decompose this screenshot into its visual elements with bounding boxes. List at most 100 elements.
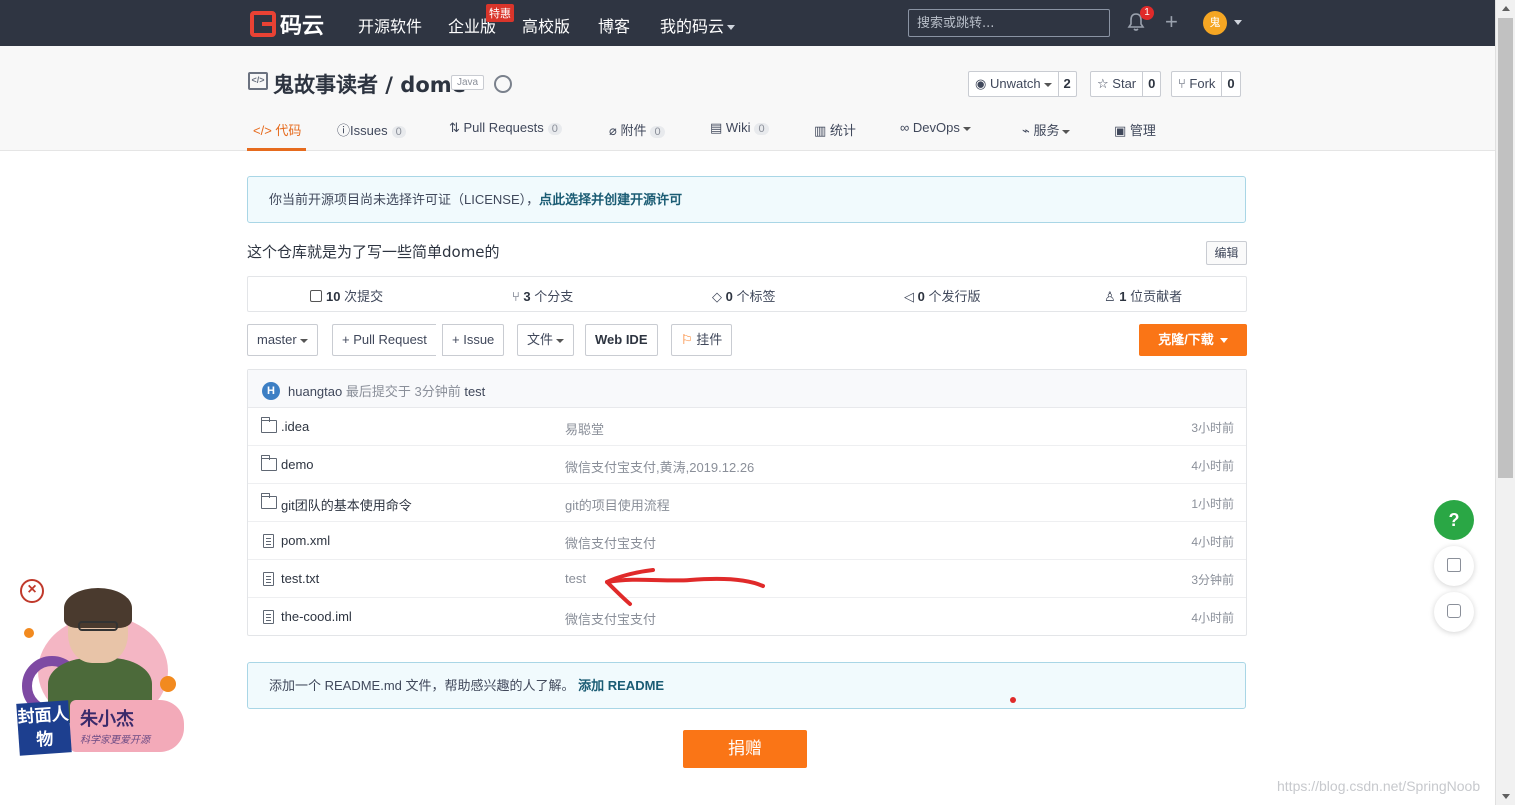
chevron-down-icon — [1219, 338, 1228, 344]
file-commit-message[interactable]: test — [565, 571, 586, 586]
language-tag[interactable]: Java — [451, 75, 485, 90]
new-issue-button[interactable]: + Issue — [442, 324, 505, 356]
gitee-logo[interactable]: 码云 — [250, 8, 324, 40]
donate-button[interactable]: 捐赠 — [683, 730, 807, 768]
file-name[interactable]: demo — [281, 457, 314, 472]
ad-person-name: 朱小杰 — [80, 709, 134, 730]
book-icon: ▤ — [710, 120, 726, 135]
stat-commits[interactable]: 10 次提交 — [310, 286, 383, 305]
nav-open-source[interactable]: 开源软件 — [358, 13, 422, 37]
widget-label: 挂件 — [696, 332, 723, 347]
tab-label: 管理 — [1129, 123, 1156, 138]
stat-branches[interactable]: ⑂ 3 个分支 — [512, 286, 573, 305]
file-updated-time: 1小时前 — [1191, 497, 1234, 511]
help-button[interactable]: ? — [1434, 500, 1474, 540]
chat-button[interactable] — [1434, 592, 1474, 632]
stat-contributors[interactable]: ♙ 1 位贡献者 — [1104, 286, 1182, 305]
fork-button[interactable]: ⑂ Fork 0 — [1171, 71, 1241, 97]
scroll-up-arrow-icon[interactable] — [1502, 6, 1510, 11]
avatar[interactable]: H — [262, 382, 280, 400]
tab-pull-requests[interactable]: ⇅ Pull Requests 0 — [449, 112, 562, 151]
stat-count: 0 — [725, 289, 733, 304]
tab-wiki[interactable]: ▤ Wiki 0 — [710, 112, 769, 151]
nav-blog[interactable]: 博客 — [598, 13, 630, 37]
page-title[interactable]: 鬼故事读者 / dome — [273, 69, 466, 99]
table-row[interactable]: demo 微信支付宝支付,黄涛,2019.12.26 4小时前 — [248, 446, 1246, 484]
file-commit-message[interactable]: 微信支付宝支付 — [565, 533, 656, 552]
table-row[interactable]: .idea 易聪堂 3小时前 — [248, 408, 1246, 446]
tab-statistics[interactable]: ▥ 统计 — [814, 112, 856, 151]
file-name[interactable]: pom.xml — [281, 533, 330, 548]
nav-university[interactable]: 高校版 — [522, 13, 570, 37]
edit-description-button[interactable]: 编辑 — [1206, 241, 1247, 265]
scroll-down-arrow-icon[interactable] — [1502, 794, 1510, 799]
file-commit-message[interactable]: git的项目使用流程 — [565, 495, 670, 514]
chevron-down-icon[interactable] — [1234, 20, 1242, 25]
logo-text: 码云 — [280, 14, 325, 39]
floating-ad[interactable]: 朱小杰 科学家更爱开源 封面人物 × — [16, 576, 188, 756]
bookmark-icon: ⚐ — [681, 332, 697, 347]
star-button[interactable]: ☆ Star 0 — [1090, 71, 1162, 97]
folder-icon — [260, 493, 277, 509]
tab-services[interactable]: ⌁ 服务 — [1022, 112, 1071, 151]
tab-issues[interactable]: ⓘIssues 0 — [337, 112, 406, 151]
stat-tags[interactable]: ◇ 0 个标签 — [712, 286, 775, 305]
web-ide-button[interactable]: Web IDE — [585, 324, 658, 356]
widget-button[interactable]: ⚐ 挂件 — [671, 324, 733, 356]
new-pull-request-button[interactable]: + Pull Request — [332, 324, 436, 356]
file-commit-message[interactable]: 易聪堂 — [565, 419, 604, 438]
commit-message[interactable]: test — [464, 384, 485, 399]
chevron-down-icon — [1062, 129, 1071, 134]
table-row[interactable]: git团队的基本使用命令 git的项目使用流程 1小时前 — [248, 484, 1246, 522]
vertical-scrollbar[interactable] — [1495, 0, 1515, 805]
fork-count[interactable]: 0 — [1221, 72, 1239, 96]
top-navbar: 码云 开源软件 企业版 特惠 高校版 博客 我的码云 1 + 鬼 — [0, 0, 1495, 46]
commit-icon — [310, 290, 322, 302]
notification-badge: 1 — [1140, 6, 1154, 20]
ad-slogan: 科学家更爱开源 — [80, 735, 150, 746]
recommend-medal-icon[interactable] — [494, 75, 512, 93]
tab-code[interactable]: </> 代码 — [247, 112, 306, 151]
tab-label: Pull Requests — [463, 120, 544, 135]
scroll-thumb[interactable] — [1498, 18, 1513, 478]
file-menu-button[interactable]: 文件 — [517, 324, 575, 356]
feedback-button[interactable] — [1434, 546, 1474, 586]
branch-icon: ⑂ — [512, 289, 524, 304]
tab-devops[interactable]: ∞ DevOps — [900, 112, 971, 151]
fork-icon: ⑂ — [1178, 76, 1190, 91]
file-name[interactable]: test.txt — [281, 571, 319, 586]
file-updated-time: 4小时前 — [1191, 611, 1234, 625]
send-icon: ◁ — [904, 289, 918, 304]
close-icon[interactable]: × — [20, 579, 44, 603]
avatar[interactable]: 鬼 — [1203, 11, 1227, 35]
file-name[interactable]: .idea — [281, 419, 309, 434]
tab-attachments[interactable]: ⌀ 附件 0 — [609, 112, 665, 151]
file-name[interactable]: git团队的基本使用命令 — [281, 495, 412, 514]
clone-download-button[interactable]: 克隆/下载 — [1139, 324, 1247, 356]
commit-author[interactable]: huangtao — [288, 384, 342, 399]
plus-icon[interactable]: + — [1165, 11, 1178, 33]
nav-my-gitee[interactable]: 我的码云 — [660, 13, 736, 37]
stat-releases[interactable]: ◁ 0 个发行版 — [904, 286, 980, 305]
table-row[interactable]: pom.xml 微信支付宝支付 4小时前 — [248, 522, 1246, 560]
issue-icon: ⓘ — [337, 123, 351, 138]
branch-select[interactable]: master — [247, 324, 318, 356]
watch-button[interactable]: ◉ Unwatch 2 — [968, 71, 1077, 97]
commit-time: 最后提交于 3分钟前 — [345, 384, 461, 399]
star-count[interactable]: 0 — [1142, 72, 1160, 96]
file-name[interactable]: the-cood.iml — [281, 609, 352, 624]
tab-settings[interactable]: ▣ 管理 — [1114, 112, 1156, 151]
watch-count[interactable]: 2 — [1057, 72, 1076, 96]
stat-label: 位贡献者 — [1130, 289, 1183, 304]
stat-label: 个发行版 — [928, 289, 981, 304]
file-commit-message[interactable]: 微信支付宝支付,黄涛,2019.12.26 — [565, 457, 754, 476]
ad-dot — [160, 676, 176, 692]
file-updated-time: 3小时前 — [1191, 421, 1234, 435]
contributors-icon: ♙ — [1104, 289, 1120, 304]
license-notice: 你当前开源项目尚未选择许可证（LICENSE），点此选择并创建开源许可 — [247, 176, 1246, 223]
search-input[interactable] — [908, 9, 1110, 37]
license-create-link[interactable]: 点此选择并创建开源许可 — [539, 192, 682, 207]
clipboard-icon: ▣ — [1114, 123, 1130, 138]
add-readme-link[interactable]: 添加 README — [578, 678, 664, 693]
chat-icon — [1447, 604, 1461, 618]
